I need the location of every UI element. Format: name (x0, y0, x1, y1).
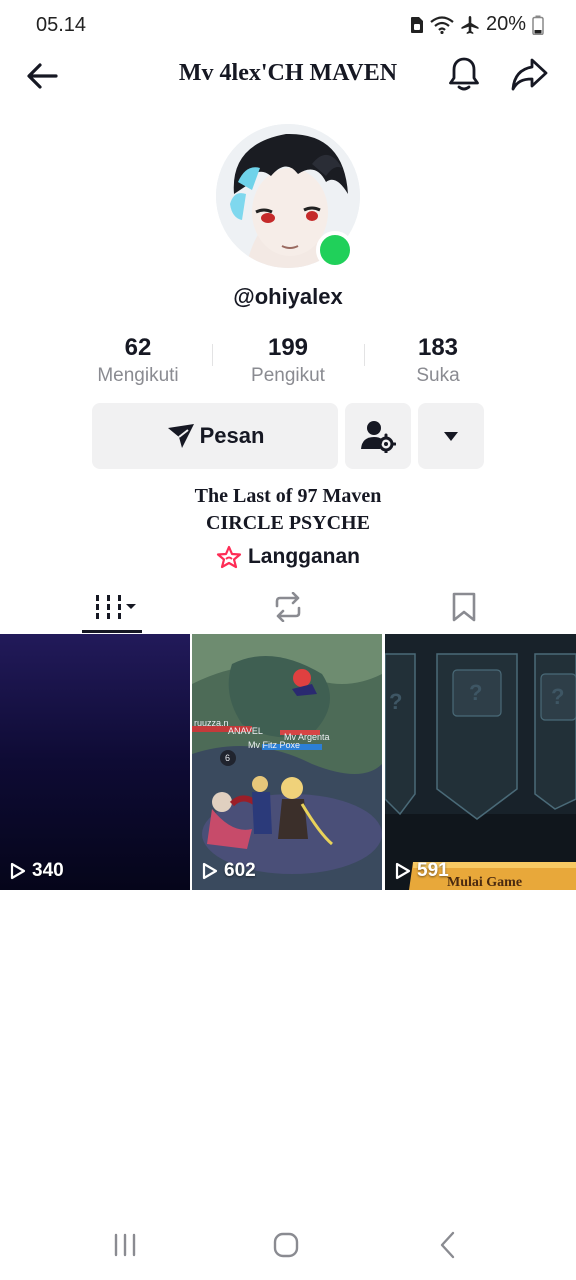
share-icon[interactable] (510, 54, 550, 94)
status-icons: 20% (410, 13, 544, 36)
video-thumbnail[interactable]: 340 (0, 634, 190, 890)
video-3-thumbnail-image: ? ? ? Mulai Game (385, 634, 576, 890)
caret-down-icon (444, 432, 458, 441)
game-overlay-text: ruuzza.n (194, 718, 229, 728)
wifi-icon (430, 15, 454, 34)
view-count-value: 591 (417, 860, 449, 881)
profile-bio: The Last of 97 Maven CIRCLE PSYCHE (0, 483, 576, 537)
profile-tabs (0, 580, 576, 634)
view-count: 340 (10, 860, 64, 882)
back-arrow-icon[interactable] (22, 56, 62, 96)
view-count-value: 602 (224, 860, 256, 881)
stat-value: 199 (267, 334, 309, 361)
game-banner-text: Mulai Game (447, 875, 522, 890)
message-button-label: Pesan (199, 423, 265, 448)
battery-percent: 20% (485, 13, 526, 35)
stat-label: Mengikuti (97, 365, 179, 386)
video-1-thumbnail-image (0, 634, 190, 890)
subscription-label: Langganan (247, 545, 360, 568)
back-nav-icon[interactable] (428, 1228, 468, 1262)
bio-line: The Last of 97 Maven (194, 485, 382, 507)
battery-icon (532, 15, 544, 35)
friend-settings-button[interactable] (345, 403, 411, 469)
video-grid: 340 ruuzza.n ANAVEL Mv Argenta Mv Fitz P… (0, 634, 576, 890)
svg-text:?: ? (389, 689, 402, 714)
status-bar: 05.14 20% (0, 0, 576, 50)
send-icon (167, 424, 194, 448)
user-settings-icon (361, 421, 396, 453)
username: @ohiyalex (233, 284, 343, 309)
subscription-star-icon (216, 545, 242, 569)
svg-text:?: ? (551, 684, 564, 709)
recent-apps-icon[interactable] (105, 1228, 145, 1262)
stat-following[interactable]: 62 Mengikuti (62, 334, 214, 388)
stat-value: 183 (417, 334, 459, 361)
repost-icon (275, 592, 301, 622)
game-overlay-text: ANAVEL (228, 726, 263, 736)
play-icon (395, 862, 411, 880)
view-count: 591 (395, 860, 449, 882)
tab-videos[interactable] (20, 580, 212, 634)
profile-stats: 62 Mengikuti 199 Pengikut 183 Suka (60, 334, 516, 386)
svg-text:?: ? (469, 680, 482, 705)
videos-icon (96, 595, 136, 619)
system-navigation-bar (0, 1220, 576, 1270)
home-icon[interactable] (266, 1228, 306, 1262)
message-button[interactable]: Pesan (92, 403, 338, 469)
video-thumbnail[interactable]: ? ? ? Mulai Game 591 (385, 634, 576, 890)
game-overlay-text: 6 (225, 753, 230, 763)
status-time: 05.14 (36, 14, 87, 36)
active-tab-indicator (82, 630, 142, 633)
video-2-thumbnail-image: ruuzza.n ANAVEL Mv Argenta Mv Fitz Poxe … (192, 634, 382, 890)
profile-display-name: Mv 4lex'CH MAVEN (178, 60, 398, 86)
subscription-link[interactable]: Langganan (0, 545, 576, 569)
view-count-value: 340 (32, 860, 64, 881)
more-options-button[interactable] (418, 403, 484, 469)
game-overlay-text: Mv Fitz Poxe (248, 740, 300, 750)
play-icon (10, 862, 26, 880)
stat-label: Suka (416, 365, 460, 386)
bio-line: CIRCLE PSYCHE (206, 512, 370, 534)
stat-followers[interactable]: 199 Pengikut (212, 334, 364, 388)
stat-label: Pengikut (251, 365, 325, 386)
tab-reposts[interactable] (192, 580, 384, 634)
sim-icon (410, 16, 423, 33)
video-thumbnail[interactable]: ruuzza.n ANAVEL Mv Argenta Mv Fitz Poxe … (192, 634, 382, 890)
view-count: 602 (202, 860, 256, 882)
online-status-dot (316, 231, 354, 269)
play-icon (202, 862, 218, 880)
bell-icon[interactable] (444, 54, 484, 94)
top-navigation: Mv 4lex'CH MAVEN (0, 50, 576, 100)
bookmark-icon (452, 592, 476, 622)
stat-value: 62 (124, 334, 152, 361)
tab-saved[interactable] (368, 580, 560, 634)
airplane-icon (461, 15, 479, 34)
stat-likes[interactable]: 183 Suka (362, 334, 514, 388)
